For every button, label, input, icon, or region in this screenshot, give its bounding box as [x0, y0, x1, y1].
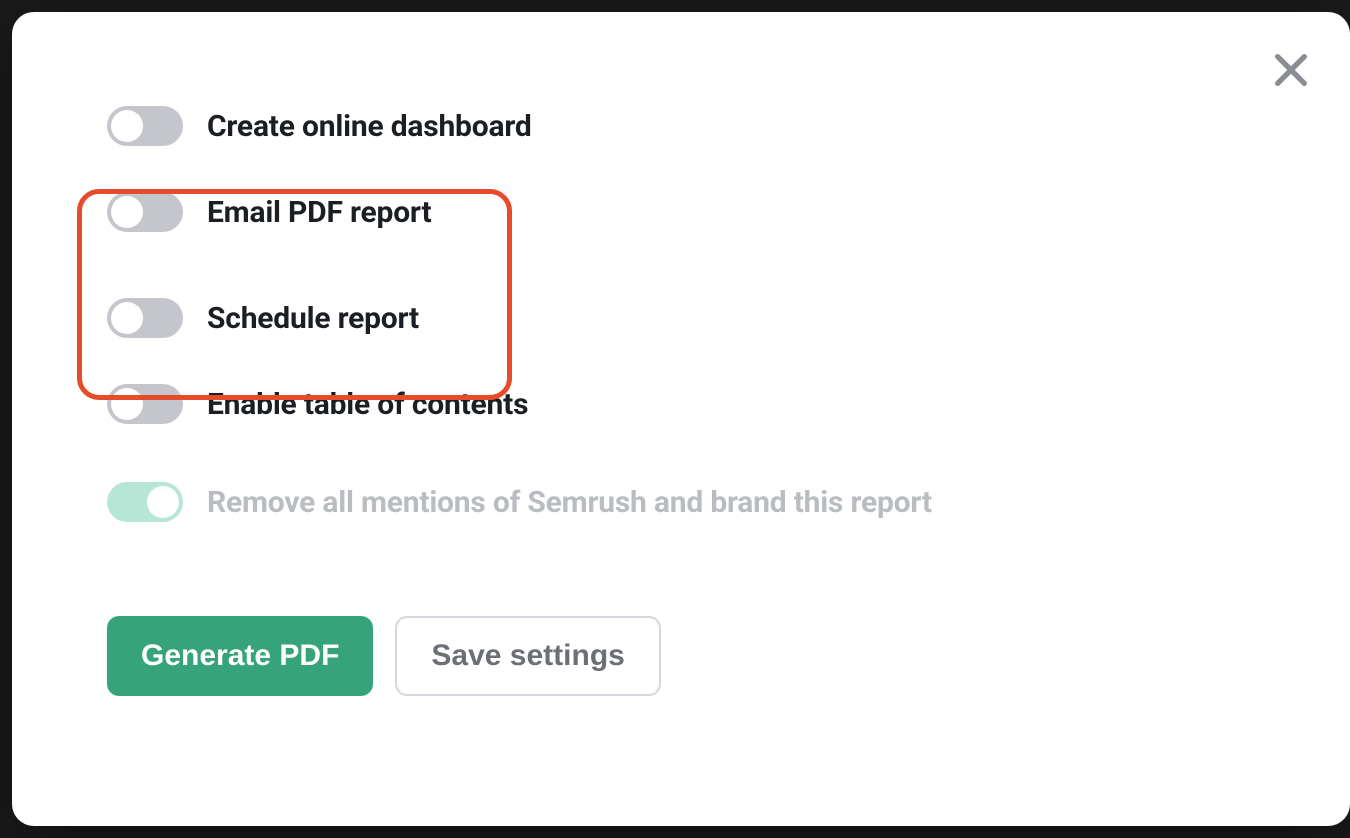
toggle-label-schedule-report: Schedule report — [207, 301, 419, 336]
save-settings-button[interactable]: Save settings — [395, 616, 660, 696]
toggle-label-create-dashboard: Create online dashboard — [207, 109, 532, 144]
close-icon — [1271, 50, 1311, 93]
toggle-label-remove-brand: Remove all mentions of Semrush and brand… — [207, 485, 932, 520]
toggle-label-email-pdf: Email PDF report — [207, 195, 431, 230]
toggle-email-pdf[interactable] — [107, 192, 183, 232]
toggle-row-remove-brand: Remove all mentions of Semrush and brand… — [107, 478, 1295, 526]
button-row: Generate PDF Save settings — [107, 616, 1295, 696]
toggle-enable-toc[interactable] — [107, 384, 183, 424]
toggle-label-enable-toc: Enable table of contents — [207, 387, 528, 422]
toggle-row-create-dashboard: Create online dashboard — [107, 102, 1295, 150]
toggle-remove-brand[interactable] — [107, 482, 183, 522]
close-button[interactable] — [1262, 42, 1320, 100]
report-settings-modal: Create online dashboard Email PDF report… — [12, 12, 1350, 826]
toggle-schedule-report[interactable] — [107, 298, 183, 338]
generate-pdf-button[interactable]: Generate PDF — [107, 616, 373, 696]
toggle-row-enable-toc: Enable table of contents — [107, 380, 1295, 428]
toggle-row-schedule-report: Schedule report — [107, 294, 1295, 342]
toggle-create-dashboard[interactable] — [107, 106, 183, 146]
toggle-row-email-pdf: Email PDF report — [107, 188, 1295, 236]
